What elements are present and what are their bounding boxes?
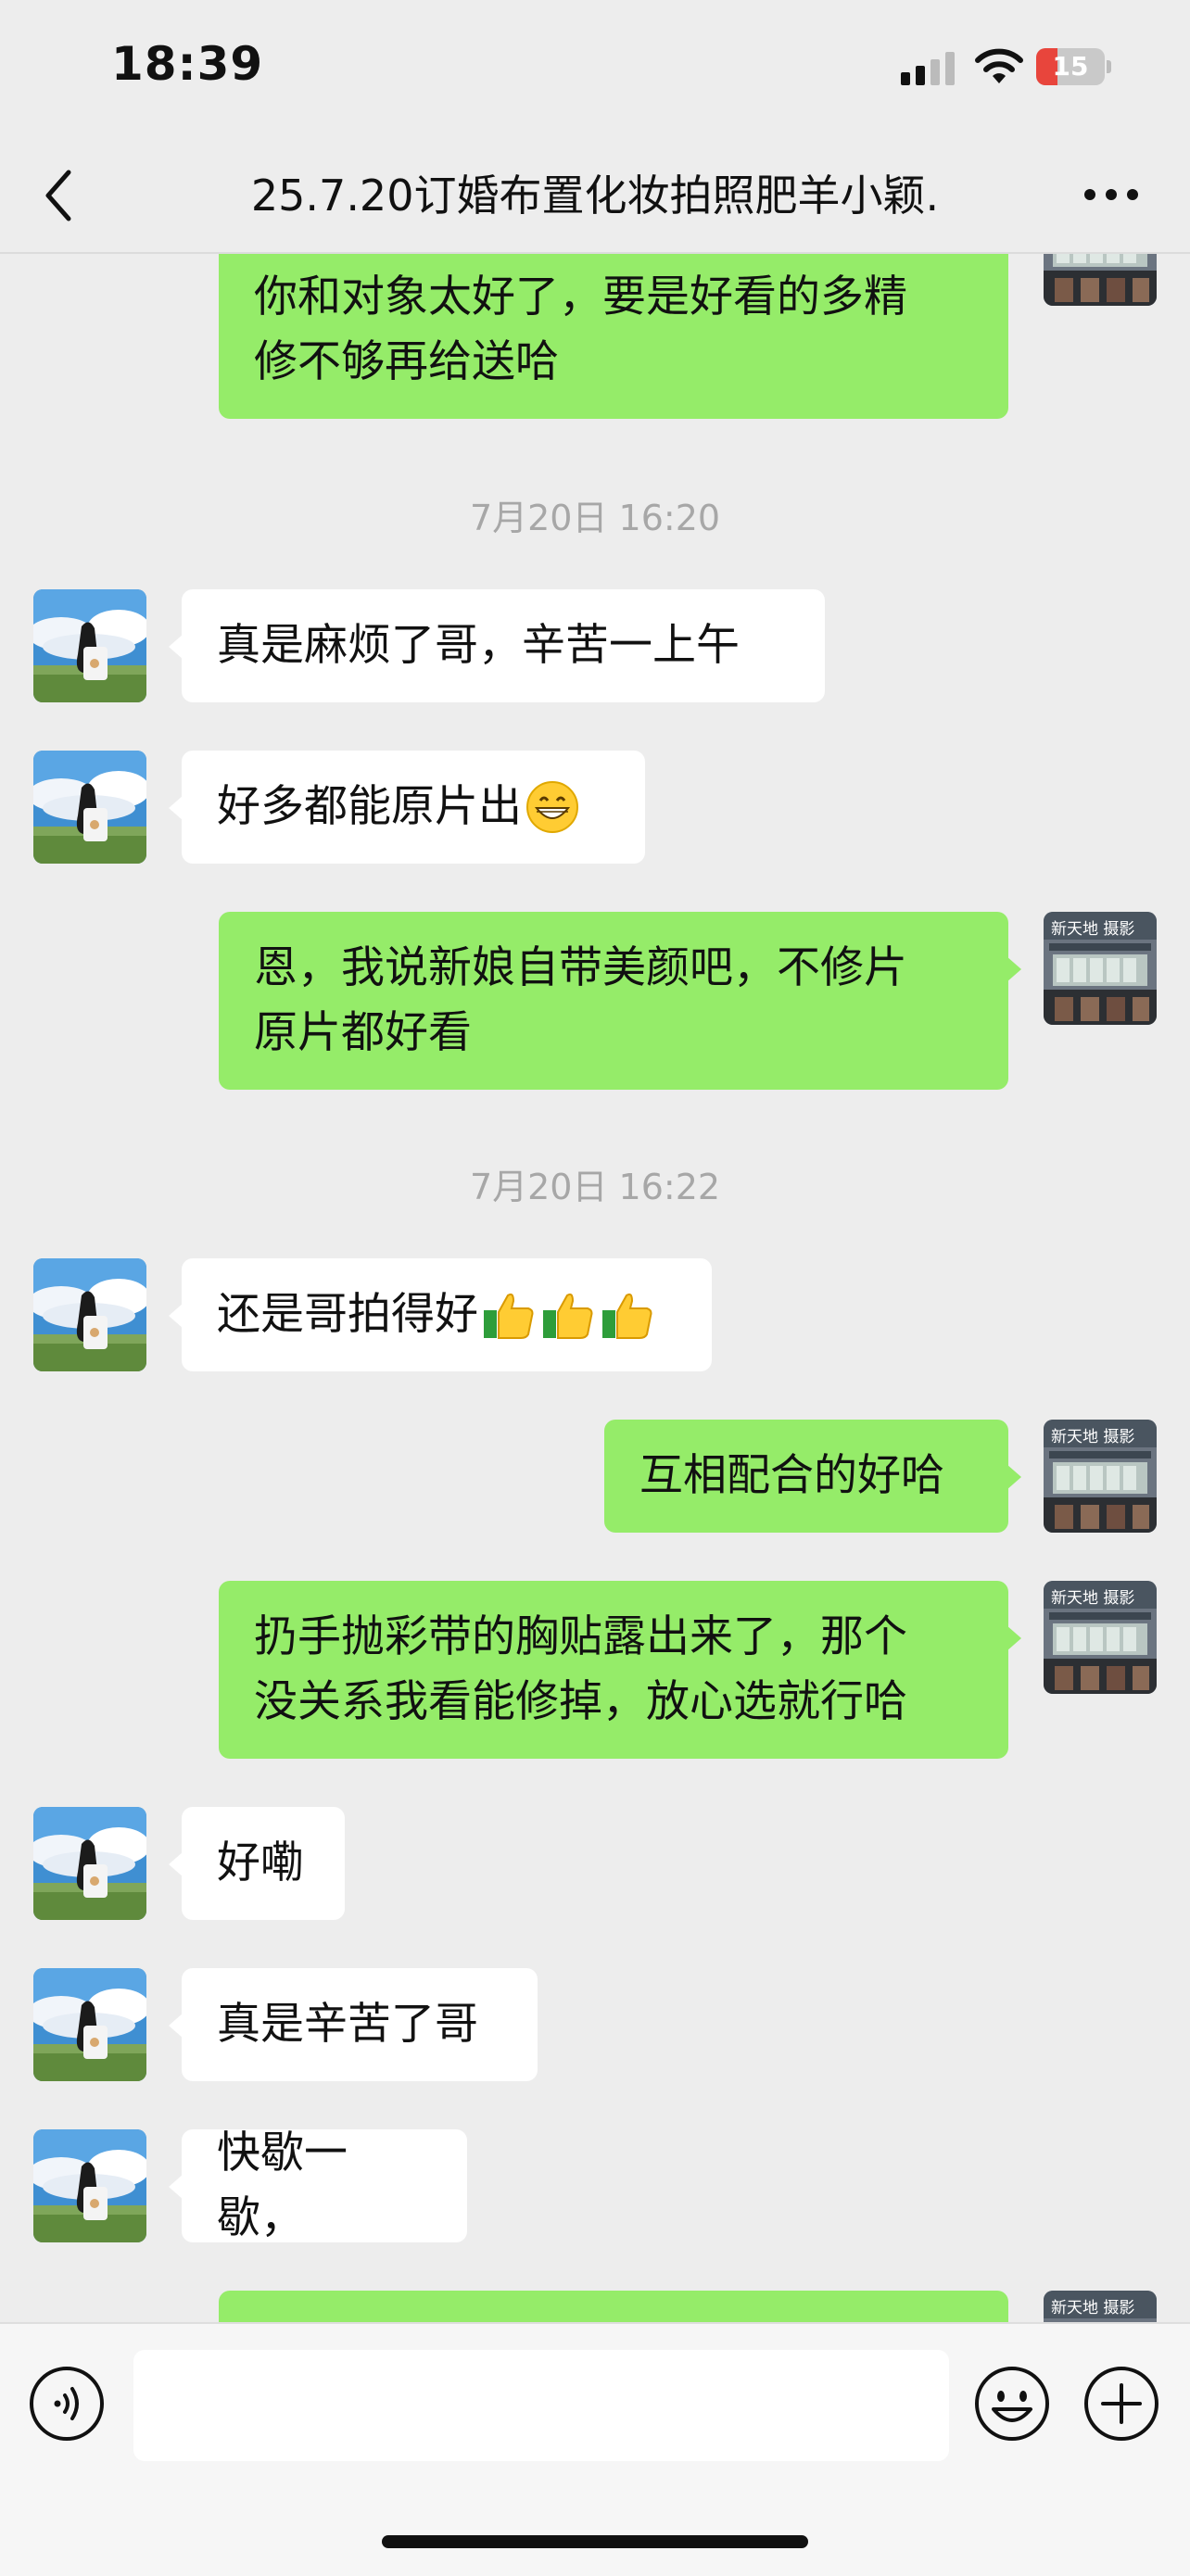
chevron-left-icon[interactable] (41, 165, 78, 226)
message-text: 快歇一歇， (217, 2128, 348, 2243)
avatar-contact[interactable] (33, 1968, 146, 2081)
message-text: 好嘞 (217, 1837, 304, 1888)
voice-icon[interactable] (28, 2365, 106, 2443)
message-outgoing[interactable]: 互相配合的好哈 (604, 1420, 1021, 1533)
avatar-contact[interactable] (33, 2129, 146, 2242)
timestamp: 7月20日 16:22 (469, 1167, 721, 1207)
message-incoming[interactable]: 好多都能原片出 (169, 751, 645, 864)
avatar-self[interactable] (1044, 1420, 1157, 1533)
avatar-self[interactable] (1044, 254, 1157, 306)
avatar-self[interactable] (1044, 1581, 1157, 1694)
battery-level: 15 (1052, 51, 1089, 82)
avatar-self[interactable] (1044, 2291, 1157, 2322)
message-text: 真是辛苦了哥 (217, 1999, 478, 2050)
message-text: 扔手抛彩带的胸贴露出来了，那个 没关系我看能修掉，放心选就行哈 (254, 1611, 907, 1727)
timestamp: 7月20日 16:20 (469, 498, 721, 538)
avatar-contact[interactable] (33, 751, 146, 864)
message-outgoing[interactable]: 恩，我说新娘自带美颜吧，不修片 原片都好看 (219, 912, 1021, 1090)
thumbs-up-icon (543, 1293, 593, 1339)
chat-messages[interactable]: 你和对象太好了，要是好看的多精 修不够再给送哈 7月20日 16:20 真是麻烦… (0, 254, 1190, 2322)
wifi-icon (975, 48, 1023, 83)
avatar-contact[interactable] (33, 1807, 146, 1920)
more-dots-icon[interactable] (1081, 176, 1142, 213)
message-text: 好多都能原片出 (217, 781, 522, 832)
status-time: 18:39 (111, 37, 264, 91)
status-bar: 18:39 15 (0, 0, 1190, 139)
battery-charging-icon: 15 (1036, 48, 1111, 85)
emoji-icon[interactable] (973, 2365, 1051, 2443)
chat-title[interactable]: 25.7.20订婚布置化妆拍照肥羊小颖. (139, 165, 1051, 226)
avatar-contact[interactable] (33, 1258, 146, 1371)
message-outgoing[interactable]: 扔手抛彩带的胸贴露出来了，那个 没关系我看能修掉，放心选就行哈 (219, 1581, 1021, 1759)
message-incoming[interactable]: 还是哥拍得好 (169, 1258, 712, 1371)
thumbs-up-icon (602, 1293, 652, 1339)
message-text: 恩，我说新娘自带美颜吧，不修片 原片都好看 (254, 942, 907, 1058)
message-text: 还是哥拍得好 (217, 1289, 478, 1340)
message-input[interactable] (133, 2350, 949, 2461)
message-incoming[interactable]: 好嘞 (169, 1807, 345, 1920)
avatar-self[interactable] (1044, 912, 1157, 1025)
message-outgoing[interactable] (219, 2291, 1008, 2322)
home-indicator[interactable] (382, 2535, 808, 2548)
message-outgoing[interactable]: 你和对象太好了，要是好看的多精 修不够再给送哈 (219, 254, 1008, 419)
message-incoming[interactable]: 真是麻烦了哥，辛苦一上午 (169, 589, 825, 702)
message-text: 你和对象太好了，要是好看的多精 修不够再给送哈 (254, 271, 907, 387)
message-text: 真是麻烦了哥，辛苦一上午 (217, 620, 740, 671)
message-incoming[interactable]: 真是辛苦了哥 (169, 1968, 538, 2081)
plus-icon[interactable] (1082, 2365, 1160, 2443)
message-text: 互相配合的好哈 (639, 1450, 944, 1501)
signal-icon (901, 52, 955, 85)
nav-bar: 25.7.20订婚布置化妆拍照肥羊小颖. (0, 139, 1190, 254)
avatar-contact[interactable] (33, 589, 146, 702)
message-incoming[interactable]: 快歇一歇， (169, 2128, 467, 2243)
thumbs-up-icon (484, 1293, 534, 1339)
grinning-emoji-icon (526, 781, 578, 833)
